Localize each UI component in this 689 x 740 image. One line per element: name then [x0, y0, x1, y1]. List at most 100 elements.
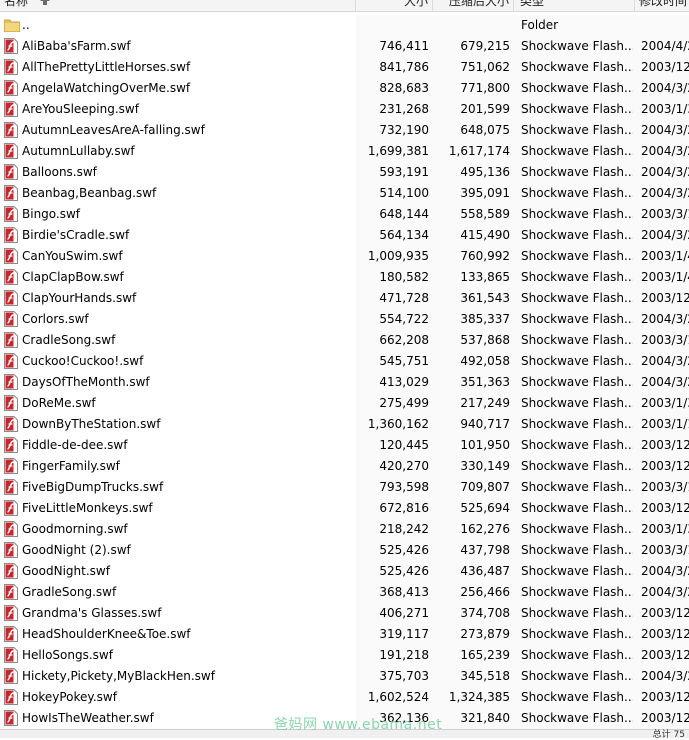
- file-row[interactable]: Bingo.swf 648,144 558,589 Shockwave Flash..…: [0, 204, 689, 225]
- file-row[interactable]: AllThePrettyLittleHorses.swf 841,786 751,0…: [0, 57, 689, 78]
- file-size: 275,499: [379, 396, 429, 410]
- column-header-packed-size[interactable]: 压缩后大小: [433, 0, 514, 11]
- file-row[interactable]: Birdie'sCradle.swf 564,134 415,490 Shockwav…: [0, 225, 689, 246]
- file-row[interactable]: ClapClapBow.swf 180,582 133,865 Shockwave F…: [0, 267, 689, 288]
- file-packed-size: 558,589: [460, 207, 510, 221]
- file-size: 525,426: [379, 564, 429, 578]
- file-row[interactable]: Corlors.swf 554,722 385,337 Shockwave Flash…: [0, 309, 689, 330]
- swf-file-icon: [4, 582, 20, 603]
- file-packed-size: 415,490: [460, 228, 510, 242]
- file-row[interactable]: Grandma's Glasses.swf 406,271 374,708 Shock…: [0, 603, 689, 624]
- swf-file-icon: [4, 162, 20, 183]
- file-packed-size: 273,879: [460, 627, 510, 641]
- file-row[interactable]: DoReMe.swf 275,499 217,249 Shockwave Flash.…: [0, 393, 689, 414]
- swf-file-icon: [4, 414, 20, 435]
- file-modified: 2004/3/2: [641, 354, 689, 368]
- file-row[interactable]: CanYouSwim.swf 1,009,935 760,992 Shockwave …: [0, 246, 689, 267]
- file-name: AutumnLeavesAreA-falling.swf: [22, 123, 205, 137]
- file-row[interactable]: AreYouSleeping.swf 231,268 201,599 Shockwav…: [0, 99, 689, 120]
- file-packed-size: 1,617,174: [448, 144, 510, 158]
- file-type: Shockwave Flash...: [521, 417, 633, 431]
- file-row[interactable]: FiveBigDumpTrucks.swf 793,598 709,807 Shock…: [0, 477, 689, 498]
- file-row[interactable]: ClapYourHands.swf 471,728 361,543 Shockwave…: [0, 288, 689, 309]
- file-row[interactable]: Beanbag,Beanbag.swf 514,100 395,091 Shockwa…: [0, 183, 689, 204]
- column-header-name-label: 名称: [4, 0, 29, 8]
- file-size: 191,218: [379, 648, 429, 662]
- file-type: Shockwave Flash...: [521, 564, 633, 578]
- file-row[interactable]: AutumnLeavesAreA-falling.swf 732,190 648,0…: [0, 120, 689, 141]
- file-name: AllThePrettyLittleHorses.swf: [22, 60, 191, 74]
- file-packed-size: 162,276: [460, 522, 510, 536]
- file-packed-size: 436,487: [460, 564, 510, 578]
- file-row[interactable]: .. Folder: [0, 15, 689, 36]
- file-row[interactable]: Goodmorning.swf 218,242 162,276 Shockwave F…: [0, 519, 689, 540]
- file-name: Birdie'sCradle.swf: [22, 228, 130, 242]
- file-modified: [641, 15, 689, 36]
- swf-file-icon: [4, 687, 20, 708]
- file-name: FiveBigDumpTrucks.swf: [22, 480, 164, 494]
- file-size: 648,144: [379, 207, 429, 221]
- file-type: Shockwave Flash...: [521, 186, 633, 200]
- file-modified: 2003/3/1: [641, 543, 689, 557]
- file-type: Shockwave Flash...: [521, 501, 633, 515]
- swf-file-icon: [4, 603, 20, 624]
- file-row[interactable]: DaysOfTheMonth.swf 413,029 351,363 Shockwav…: [0, 372, 689, 393]
- file-row[interactable]: GoodNight (2).swf 525,426 437,798 Shockwave…: [0, 540, 689, 561]
- file-packed-size: 1,324,385: [448, 690, 510, 704]
- swf-file-icon: [4, 666, 20, 687]
- file-packed-size: 537,868: [460, 333, 510, 347]
- file-modified: 2004/3/2: [641, 564, 689, 578]
- file-row[interactable]: Fiddle-de-dee.swf 120,445 101,950 Shockwave…: [0, 435, 689, 456]
- folder-icon: [4, 15, 20, 36]
- swf-file-icon: [4, 477, 20, 498]
- swf-file-icon: [4, 519, 20, 540]
- file-row[interactable]: GoodNight.swf 525,426 436,487 Shockwave Fla…: [0, 561, 689, 582]
- file-modified: 2003/12/: [641, 291, 689, 305]
- file-type: Shockwave Flash...: [521, 669, 633, 683]
- file-row[interactable]: AutumnLullaby.swf 1,699,381 1,617,174 Shock…: [0, 141, 689, 162]
- column-header-modified[interactable]: 修改时间: [635, 0, 689, 11]
- file-size: 120,445: [379, 438, 429, 452]
- file-name: ..: [22, 18, 30, 32]
- file-row[interactable]: Hickety,Pickety,MyBlackHen.swf 375,703 345…: [0, 666, 689, 687]
- swf-file-icon: [4, 183, 20, 204]
- file-row[interactable]: HokeyPokey.swf 1,602,524 1,324,385 Shockwav…: [0, 687, 689, 708]
- column-header-size[interactable]: 大小: [356, 0, 433, 11]
- file-modified: 2003/1/1: [641, 417, 689, 431]
- swf-file-icon: [4, 57, 20, 78]
- file-size: 554,722: [379, 312, 429, 326]
- file-size: 406,271: [379, 606, 429, 620]
- file-packed-size: 385,337: [460, 312, 510, 326]
- file-row[interactable]: Cuckoo!Cuckoo!.swf 545,751 492,058 Shockwav…: [0, 351, 689, 372]
- file-type: Shockwave Flash...: [521, 690, 633, 704]
- file-type: Shockwave Flash...: [521, 81, 633, 95]
- file-type: Shockwave Flash...: [521, 312, 633, 326]
- swf-file-icon: [4, 225, 20, 246]
- file-name: AreYouSleeping.swf: [22, 102, 139, 116]
- swf-file-icon: [4, 267, 20, 288]
- file-row[interactable]: HeadShoulderKnee&Toe.swf 319,117 273,879 Sh…: [0, 624, 689, 645]
- column-header-type[interactable]: 类型: [514, 0, 635, 11]
- file-type: Shockwave Flash...: [521, 102, 633, 116]
- file-size: 1,602,524: [367, 690, 429, 704]
- file-row[interactable]: AliBaba'sFarm.swf 746,411 679,215 Shockwave…: [0, 36, 689, 57]
- file-packed-size: 217,249: [460, 396, 510, 410]
- file-row[interactable]: CradleSong.swf 662,208 537,868 Shockwave Fl…: [0, 330, 689, 351]
- file-type: Shockwave Flash...: [521, 375, 633, 389]
- file-row[interactable]: HelloSongs.swf 191,218 165,239 Shockwave Fl…: [0, 645, 689, 666]
- file-row[interactable]: AngelaWatchingOverMe.swf 828,683 771,800 Sh…: [0, 78, 689, 99]
- file-packed-size: 133,865: [460, 270, 510, 284]
- file-row[interactable]: FingerFamily.swf 420,270 330,149 Shockwave …: [0, 456, 689, 477]
- file-row[interactable]: FiveLittleMonkeys.swf 672,816 525,694 Shock…: [0, 498, 689, 519]
- file-modified: 2003/12/: [641, 690, 689, 704]
- file-row[interactable]: DownByTheStation.swf 1,360,162 940,717 Shoc…: [0, 414, 689, 435]
- file-size: 793,598: [379, 480, 429, 494]
- file-name: CradleSong.swf: [22, 333, 116, 347]
- file-size: 545,751: [379, 354, 429, 368]
- file-row[interactable]: Balloons.swf 593,191 495,136 Shockwave Flas…: [0, 162, 689, 183]
- file-size: 672,816: [379, 501, 429, 515]
- file-packed-size: 374,708: [460, 606, 510, 620]
- file-row[interactable]: GradleSong.swf 368,413 256,466 Shockwave Fl…: [0, 582, 689, 603]
- file-name: Fiddle-de-dee.swf: [22, 438, 128, 452]
- column-header-name[interactable]: 名称: [0, 0, 356, 11]
